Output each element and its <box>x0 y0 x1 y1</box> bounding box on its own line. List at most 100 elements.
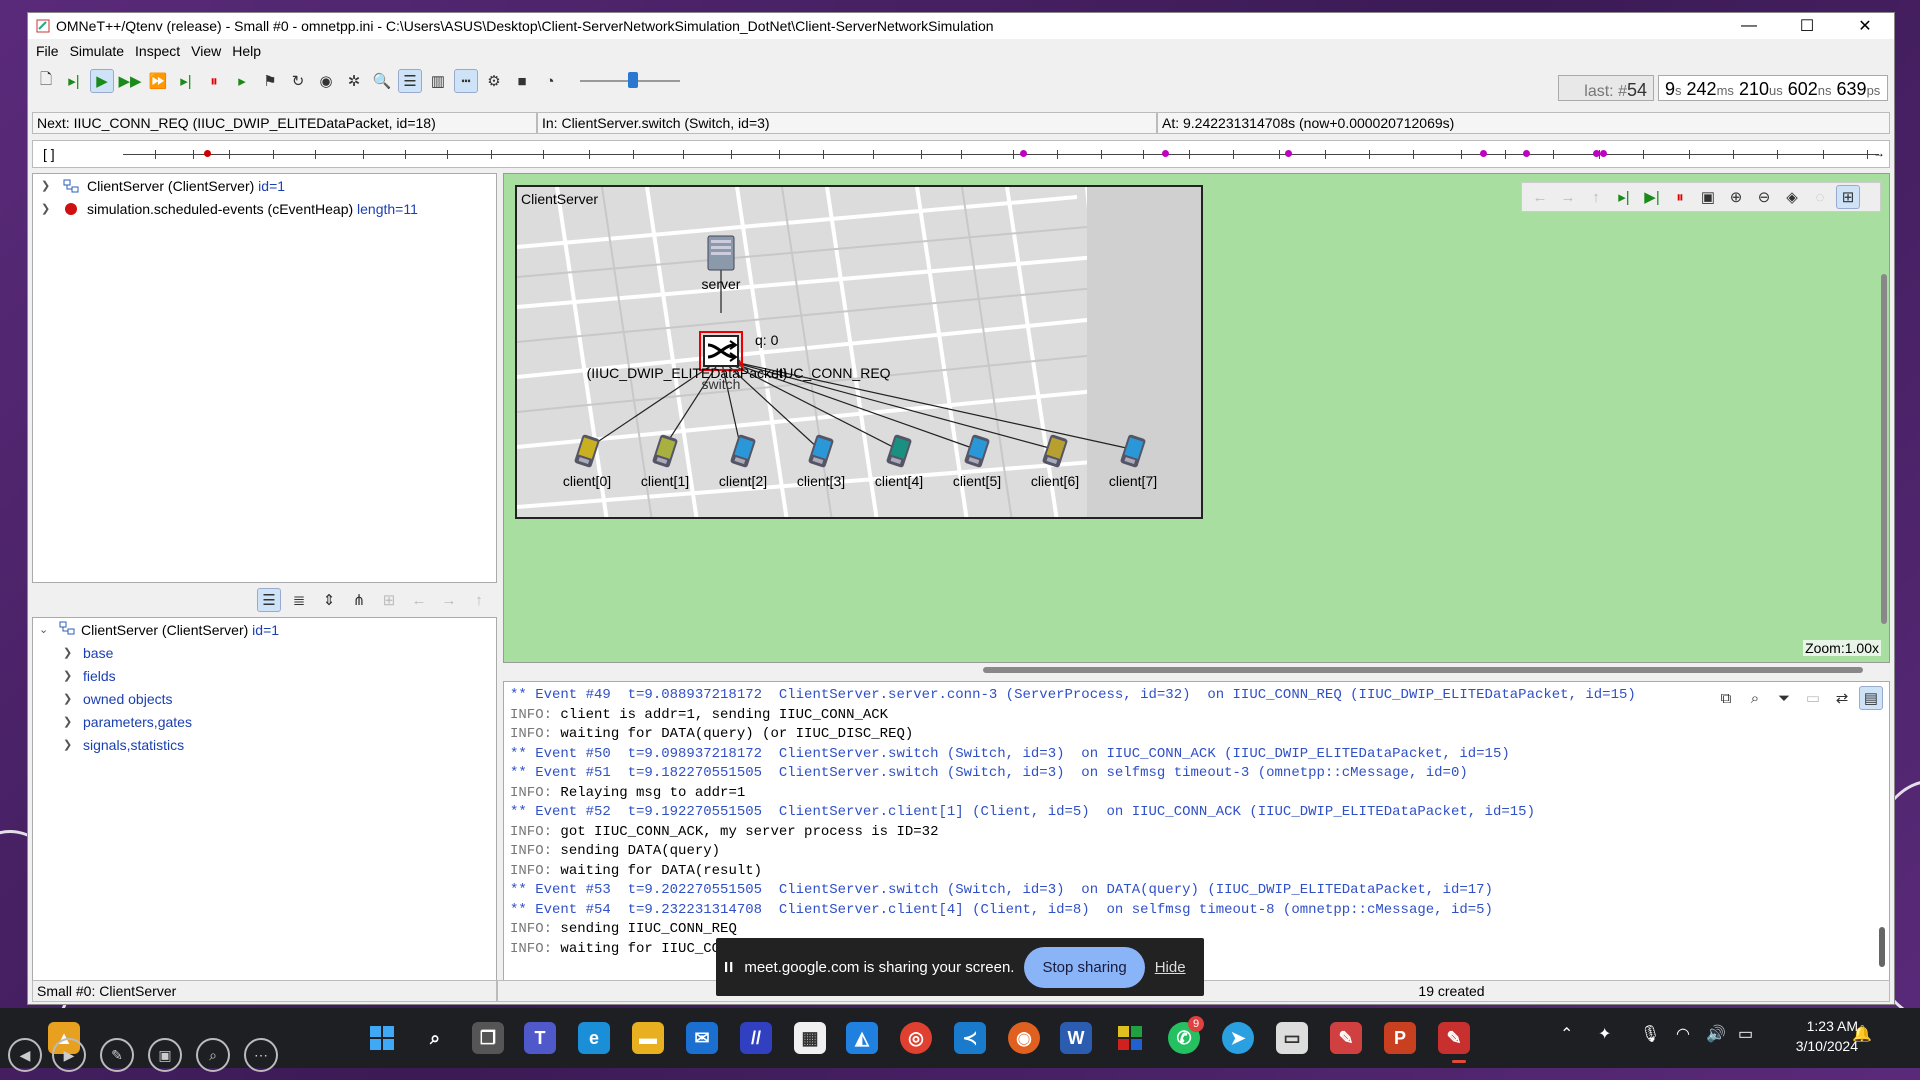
timeline-event-marker[interactable] <box>1285 150 1292 157</box>
log-settings-icon[interactable]: ⇄ <box>1830 686 1854 710</box>
log-info-line[interactable]: INFO: sending DATA(query) <box>504 842 1889 862</box>
run-icon[interactable]: ▶ <box>90 69 114 93</box>
hide-button[interactable]: Hide <box>1155 959 1186 976</box>
store-icon[interactable]: ▦ <box>794 1022 826 1054</box>
chrome-icon[interactable]: ◎ <box>900 1022 932 1054</box>
telegram-icon[interactable]: ➤ <box>1222 1022 1254 1054</box>
photos-icon[interactable]: ◭ <box>846 1022 878 1054</box>
inspect-icon[interactable]: ⊞ <box>377 588 401 612</box>
animation-speed-slider[interactable] <box>580 69 680 93</box>
slider-thumb[interactable] <box>628 72 638 88</box>
chevron-right-icon[interactable]: ❯ <box>63 692 83 705</box>
menu-help[interactable]: Help <box>230 43 270 59</box>
layout-split-icon[interactable]: ▥ <box>426 69 450 93</box>
mail-icon[interactable]: ✉ <box>686 1022 718 1054</box>
timeline-event-marker[interactable] <box>1593 150 1600 157</box>
meet-forward-icon[interactable]: ▶ <box>52 1038 86 1072</box>
maximize-button[interactable]: ☐ <box>1778 13 1836 39</box>
up-arrow-icon[interactable]: ↑ <box>1584 185 1608 209</box>
timeline-event-marker[interactable] <box>1480 150 1487 157</box>
chevron-right-icon[interactable]: ❯ <box>41 179 55 192</box>
tree-item-clientserver[interactable]: ❯ ClientServer (ClientServer) id=1 <box>33 174 496 197</box>
video-record-icon[interactable]: ■ <box>510 69 534 93</box>
log-info-line[interactable]: INFO: Relaying msg to addr=1 <box>504 784 1889 804</box>
expand-all-icon[interactable]: ⇕ <box>317 588 341 612</box>
client-device-icon[interactable] <box>728 433 758 469</box>
chevron-right-icon[interactable]: ❯ <box>41 202 55 215</box>
vscode-icon[interactable]: ≺ <box>954 1022 986 1054</box>
client-device-icon[interactable] <box>1040 433 1070 469</box>
rebuild-icon[interactable]: ↻ <box>286 69 310 93</box>
copy-icon[interactable]: ⧉ <box>1714 686 1738 710</box>
meet-back-icon[interactable]: ◀ <box>8 1038 42 1072</box>
step-icon[interactable]: ▸| <box>62 69 86 93</box>
chevron-right-icon[interactable]: ❯ <box>63 715 83 728</box>
stop-sharing-button[interactable]: Stop sharing <box>1024 946 1145 988</box>
task-view-icon[interactable]: ❐ <box>472 1022 504 1054</box>
layers-icon[interactable]: ◈ <box>1780 185 1804 209</box>
client-device-icon[interactable] <box>1118 433 1148 469</box>
timeline-event-marker[interactable] <box>204 150 211 157</box>
flat-list-icon[interactable]: ≣ <box>287 588 311 612</box>
zoom-out-icon[interactable]: ⊖ <box>1752 185 1776 209</box>
new-run-icon[interactable]: 🗋 <box>34 69 58 93</box>
omnetpp-taskbar-icon[interactable]: ✎ <box>1438 1022 1470 1054</box>
scrollbar-thumb[interactable] <box>983 667 1863 673</box>
search-icon[interactable]: ⌕ <box>419 1022 451 1054</box>
office-apps-icon[interactable] <box>1114 1022 1146 1054</box>
meet-pen-icon[interactable]: ✎ <box>100 1038 134 1072</box>
tree-item-scheduled-events[interactable]: ❯ simulation.scheduled-events (cEventHea… <box>33 197 496 220</box>
timeline-event-marker[interactable] <box>1523 150 1530 157</box>
list-view-icon[interactable]: ☰ <box>257 588 281 612</box>
chevron-right-icon[interactable]: ❯ <box>63 646 83 659</box>
timeline-event-marker[interactable] <box>1600 150 1607 157</box>
monitor-app-icon[interactable]: ▭ <box>1276 1022 1308 1054</box>
log-info-line[interactable]: INFO: client is addr=1, sending IIUC_CON… <box>504 706 1889 726</box>
meet-more-icon[interactable]: ⋯ <box>244 1038 278 1072</box>
log-info-line[interactable]: INFO: sending IIUC_CONN_REQ <box>504 920 1889 940</box>
inspector-group-fields[interactable]: ❯ fields <box>33 664 496 687</box>
chevron-right-icon[interactable]: ❯ <box>63 669 83 682</box>
zoom-in-icon[interactable]: ⊕ <box>1724 185 1748 209</box>
settings-gear-icon[interactable]: ⚙ <box>482 69 506 93</box>
timeline-event-marker[interactable] <box>1162 150 1169 157</box>
volume-icon[interactable]: 🔊 <box>1706 1024 1726 1044</box>
log-info-line[interactable]: INFO: waiting for DATA(result) <box>504 862 1889 882</box>
show-hidden-icons-icon[interactable]: ⌃ <box>1560 1024 1573 1044</box>
back-arrow-icon[interactable]: ← <box>407 588 431 612</box>
forward-arrow-icon[interactable]: → <box>437 588 461 612</box>
edge-icon[interactable]: e <box>578 1022 610 1054</box>
client-device-icon[interactable] <box>962 433 992 469</box>
filter-icon[interactable]: ⏷ <box>1772 686 1796 710</box>
find-search-icon[interactable]: 🔍 <box>370 69 394 93</box>
3d-view-icon[interactable]: ◌ <box>1808 185 1832 209</box>
chevron-right-icon[interactable]: ❯ <box>63 738 83 751</box>
stop-icon[interactable]: ⏸ <box>202 69 226 93</box>
forward-arrow-icon[interactable]: → <box>1556 185 1580 209</box>
inspector-group-base[interactable]: ❯ base <box>33 641 496 664</box>
inspector-root[interactable]: ⌄ ClientServer (ClientServer) id=1 <box>33 618 496 641</box>
client-device-icon[interactable] <box>806 433 836 469</box>
layout-timeline-icon[interactable]: ☰ <box>398 69 422 93</box>
run-until-icon[interactable]: ▸| <box>174 69 198 93</box>
client-device-icon[interactable] <box>650 433 680 469</box>
event-timeline[interactable]: [ ] → <box>32 140 1890 168</box>
record-icon[interactable]: ◉ <box>314 69 338 93</box>
log-event-line[interactable]: ** Event #51 t=9.182270551505 ClientServ… <box>504 764 1889 784</box>
log-event-line[interactable]: ** Event #54 t=9.232231314708 ClientServ… <box>504 901 1889 921</box>
firefox-icon[interactable]: ◉ <box>1008 1022 1040 1054</box>
menu-simulate[interactable]: Simulate <box>68 43 133 59</box>
log-scrollbar[interactable] <box>1879 927 1885 967</box>
battery-icon[interactable]: ▭ <box>1738 1024 1753 1044</box>
word-icon[interactable]: W <box>1060 1022 1092 1054</box>
hierarchy-icon[interactable]: ⋔ <box>347 588 371 612</box>
message-mode-icon[interactable]: ▭ <box>1801 686 1825 710</box>
log-mode-icon[interactable]: ▤ <box>1859 686 1883 710</box>
meet-zoom-icon[interactable]: ⌕ <box>196 1038 230 1072</box>
log-info-line[interactable]: INFO: waiting for DATA(query) (or IIUC_D… <box>504 725 1889 745</box>
close-button[interactable]: ✕ <box>1836 13 1894 39</box>
layout-icon[interactable]: ⊞ <box>1836 185 1860 209</box>
menu-view[interactable]: View <box>189 43 230 59</box>
express-run-icon[interactable]: ⏩ <box>146 69 170 93</box>
meet-layout-icon[interactable]: ▣ <box>148 1038 182 1072</box>
